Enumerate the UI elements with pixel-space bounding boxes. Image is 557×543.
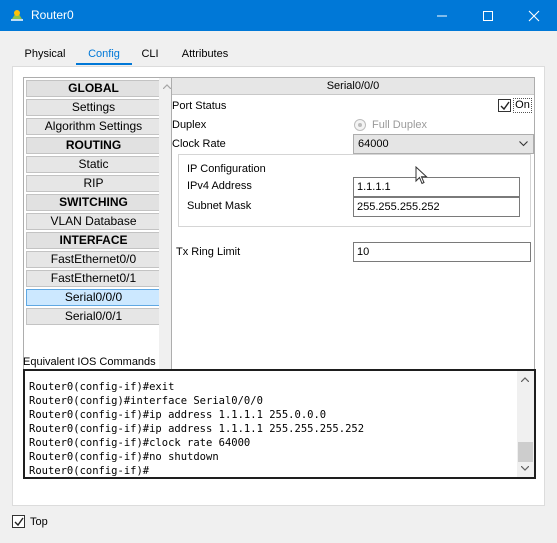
chevron-down-icon xyxy=(519,141,528,147)
minimize-button[interactable] xyxy=(419,0,465,31)
nav-item-rip[interactable]: RIP xyxy=(26,175,161,192)
ios-commands-label: Equivalent IOS Commands xyxy=(23,356,156,368)
router-app-icon xyxy=(11,10,23,21)
interface-title: Serial0/0/0 xyxy=(172,78,534,95)
nav-item-fastethernet0-0[interactable]: FastEthernet0/0 xyxy=(26,251,161,268)
console-scroll-thumb[interactable] xyxy=(518,442,533,462)
subnet-mask-input[interactable]: 255.255.255.252 xyxy=(353,197,520,217)
ios-command-line: Router0(config-if)#clock rate 64000 xyxy=(29,437,251,449)
ios-command-line: Router0(config-if)#exit xyxy=(29,381,175,393)
clock-rate-label: Clock Rate xyxy=(172,138,226,150)
ios-commands-console[interactable]: Router0(config-if)#exit Router0(config)#… xyxy=(23,369,536,479)
clock-rate-select[interactable]: 64000 xyxy=(353,134,534,154)
console-scrollbar[interactable] xyxy=(517,371,534,477)
maximize-button[interactable] xyxy=(465,0,511,31)
minimize-icon xyxy=(437,15,447,17)
ios-command-line: Router0(config-if)# xyxy=(29,465,150,477)
tab-config-label: Config xyxy=(88,48,120,60)
title-bar[interactable]: Router0 xyxy=(0,0,557,31)
scroll-up-icon[interactable] xyxy=(521,377,529,382)
close-icon xyxy=(528,10,540,22)
ip-configuration-label: IP Configuration xyxy=(187,163,266,175)
port-status-checkbox[interactable] xyxy=(498,99,511,112)
port-status-label: Port Status xyxy=(172,100,227,112)
checkmark-icon xyxy=(500,101,510,111)
ios-command-line: Router0(config-if)#ip address 1.1.1.1 25… xyxy=(29,409,327,421)
tab-active-indicator xyxy=(76,63,132,65)
window-title: Router0 xyxy=(31,8,74,22)
ipv4-address-label: IPv4 Address xyxy=(187,180,252,192)
ios-command-line: Router0(config-if)#no shutdown xyxy=(29,451,219,463)
nav-item-static[interactable]: Static xyxy=(26,156,161,173)
nav-item-serial0-0-0[interactable]: Serial0/0/0 xyxy=(26,289,161,306)
ios-command-line: Router0(config)#interface Serial0/0/0 xyxy=(29,395,263,407)
top-checkbox[interactable] xyxy=(12,515,25,528)
checkmark-icon xyxy=(14,517,24,527)
nav-item-settings[interactable]: Settings xyxy=(26,99,161,116)
nav-header-switching: SWITCHING xyxy=(26,194,161,211)
tab-attributes[interactable]: Attributes xyxy=(168,42,242,66)
tab-cli[interactable]: CLI xyxy=(132,42,168,66)
scroll-down-icon[interactable] xyxy=(521,466,529,471)
nav-item-fastethernet0-1[interactable]: FastEthernet0/1 xyxy=(26,270,161,287)
nav-header-routing: ROUTING xyxy=(26,137,161,154)
port-status-on-label[interactable]: On xyxy=(513,98,532,113)
nav-header-global: GLOBAL xyxy=(26,80,161,97)
mouse-pointer-icon xyxy=(415,166,428,185)
duplex-label: Duplex xyxy=(172,119,207,131)
tx-ring-limit-input[interactable]: 10 xyxy=(353,242,531,262)
full-duplex-radio xyxy=(354,119,366,131)
nav-item-serial0-0-1[interactable]: Serial0/0/1 xyxy=(26,308,161,325)
maximize-icon xyxy=(483,11,493,21)
config-nav-list: GLOBAL Settings Algorithm Settings ROUTI… xyxy=(23,77,176,397)
top-label: Top xyxy=(30,516,48,528)
interface-config-panel: Serial0/0/0 Port Status On Duplex Full D… xyxy=(171,77,535,399)
ipv4-address-input[interactable]: 1.1.1.1 xyxy=(353,177,520,197)
full-duplex-label: Full Duplex xyxy=(372,119,428,131)
config-tab-panel: GLOBAL Settings Algorithm Settings ROUTI… xyxy=(12,66,545,506)
nav-header-interface: INTERFACE xyxy=(26,232,161,249)
close-button[interactable] xyxy=(511,0,557,31)
nav-item-vlan-database[interactable]: VLAN Database xyxy=(26,213,161,230)
ios-command-line: Router0(config-if)#ip address 1.1.1.1 25… xyxy=(29,423,365,435)
tab-config[interactable]: Config xyxy=(76,42,132,66)
clock-rate-value: 64000 xyxy=(358,138,389,150)
ip-configuration-group: IP Configuration IPv4 Address 1.1.1.1 Su… xyxy=(178,154,531,227)
nav-item-algorithm-settings[interactable]: Algorithm Settings xyxy=(26,118,161,135)
scroll-up-icon[interactable] xyxy=(163,84,171,89)
tx-ring-limit-label: Tx Ring Limit xyxy=(176,246,241,258)
tab-physical[interactable]: Physical xyxy=(14,42,76,66)
subnet-mask-label: Subnet Mask xyxy=(187,200,252,212)
